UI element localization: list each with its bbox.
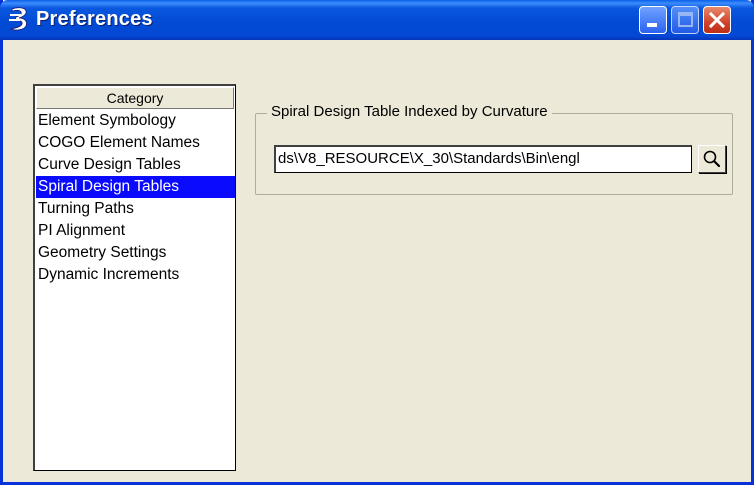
list-item-pi-alignment[interactable]: PI Alignment	[36, 220, 235, 242]
category-list[interactable]: Category Element Symbology COGO Element …	[33, 84, 236, 471]
browse-button[interactable]	[698, 145, 726, 173]
bentley-b-icon	[9, 7, 27, 31]
close-icon	[708, 11, 726, 29]
list-item-spiral-design-tables[interactable]: Spiral Design Tables	[36, 176, 235, 198]
maximize-icon	[678, 12, 693, 27]
preferences-window: Preferences Category Element Symbology C…	[0, 0, 754, 485]
close-button[interactable]	[703, 6, 731, 34]
minimize-icon	[647, 23, 657, 27]
window-title: Preferences	[36, 8, 153, 30]
list-item-cogo-element-names[interactable]: COGO Element Names	[36, 132, 235, 154]
category-header[interactable]: Category	[36, 87, 234, 109]
maximize-button[interactable]	[671, 6, 699, 34]
magnifier-icon	[703, 150, 721, 168]
list-item-geometry-settings[interactable]: Geometry Settings	[36, 242, 235, 264]
title-bar[interactable]: Preferences	[0, 0, 754, 40]
list-item-curve-design-tables[interactable]: Curve Design Tables	[36, 154, 235, 176]
list-item-element-symbology[interactable]: Element Symbology	[36, 110, 235, 132]
list-item-dynamic-increments[interactable]: Dynamic Increments	[36, 264, 235, 286]
minimize-button[interactable]	[639, 6, 667, 34]
spiral-table-group-label: Spiral Design Table Indexed by Curvature	[267, 103, 552, 120]
spiral-table-path-input[interactable]: ds\V8_RESOURCE\X_30\Standards\Bin\engl	[274, 145, 692, 173]
list-item-turning-paths[interactable]: Turning Paths	[36, 198, 235, 220]
